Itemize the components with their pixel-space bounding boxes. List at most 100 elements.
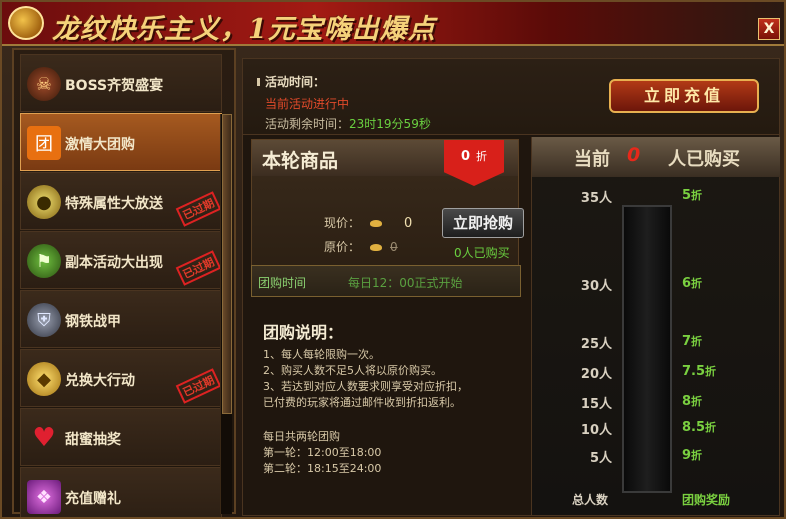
tier-discount-unit: 折 xyxy=(691,395,703,408)
tier-discount-value: 6 xyxy=(682,276,692,291)
banner-title: 龙纹快乐主义，1元宝嗨出爆点 xyxy=(52,14,436,45)
gift-box-icon: ❖ xyxy=(27,480,61,514)
tier-discount: 7.5折 xyxy=(682,363,716,379)
scrollbar-thumb[interactable] xyxy=(222,114,232,414)
sidebar-item-label: BOSS齐贺盛宴 xyxy=(65,78,164,94)
expired-stamp: 已过期 xyxy=(175,368,222,404)
progress-head-bought: 人已购买 xyxy=(668,149,740,170)
round-one-time: 第一轮：12:00至18:00 xyxy=(263,446,382,459)
description-line: 3、若达到对应人数要求则享受对应折扣， xyxy=(263,380,468,393)
activity-window: 龙纹快乐主义，1元宝嗨出爆点 X ☠ BOSS齐贺盛宴 团 激情大团购 ● 特殊… xyxy=(0,0,786,519)
bought-count: 0人已购买 xyxy=(454,246,510,260)
tier-row: 5人 9折 xyxy=(532,447,780,466)
tier-row: 25人 7折 xyxy=(532,333,780,352)
tier-people: 25人 xyxy=(580,337,612,352)
gold-ingot-icon: ◆ xyxy=(27,362,61,396)
recharge-now-button[interactable]: 立即充值 xyxy=(609,79,759,113)
tier-discount-unit: 折 xyxy=(691,335,703,348)
discount-unit: 折 xyxy=(476,150,488,163)
tier-row: 10人 8.5折 xyxy=(532,419,780,438)
banner-emblem-icon xyxy=(8,6,44,40)
sidebar-item-armor[interactable]: ⛨ 钢铁战甲 xyxy=(20,290,222,348)
current-price-label: 现价： xyxy=(324,216,361,230)
purchase-progress-panel: 当前 0 人已购买 35人 5折 30人 6折 25人 7折 20人 7.5折 xyxy=(531,137,780,515)
original-price-row: 原价： 0 xyxy=(324,238,398,255)
progress-header: 当前 0 人已购买 xyxy=(532,137,780,177)
total-people-label: 总人数 xyxy=(572,493,609,507)
sidebar-scrollbar[interactable] xyxy=(220,114,232,514)
goods-title: 本轮商品 xyxy=(262,150,339,172)
tier-discount: 8折 xyxy=(682,393,702,409)
sidebar-item-exchange[interactable]: ◆ 兑换大行动 已过期 xyxy=(20,349,222,407)
sidebar-item-recharge-gift[interactable]: ❖ 充值赠礼 xyxy=(20,467,222,517)
progress-head-current: 当前 xyxy=(574,149,610,170)
sidebar-item-boss[interactable]: ☠ BOSS齐贺盛宴 xyxy=(20,54,222,112)
tier-discount: 8.5折 xyxy=(682,419,716,435)
activity-status: 当前活动进行中 xyxy=(265,97,350,111)
expired-stamp: 已过期 xyxy=(175,191,222,227)
sidebar-item-label: 特殊属性大放送 xyxy=(65,196,163,212)
tier-discount-unit: 折 xyxy=(691,277,703,290)
activity-list: ☠ BOSS齐贺盛宴 团 激情大团购 ● 特殊属性大放送 已过期 ⚑ 副本活动大… xyxy=(20,54,222,517)
countdown-value: 23时19分59秒 xyxy=(349,117,431,131)
sidebar-item-label: 甜蜜抽奖 xyxy=(65,432,121,448)
remaining-time: 活动剩余时间：23时19分59秒 xyxy=(265,115,431,132)
armor-icon: ⛨ xyxy=(27,303,61,337)
sidebar-item-attribute[interactable]: ● 特殊属性大放送 已过期 xyxy=(20,172,222,230)
group-buy-reward-label: 团购奖励 xyxy=(682,493,731,507)
sidebar-item-label: 副本活动大出现 xyxy=(65,255,163,271)
tier-discount-value: 5 xyxy=(682,188,692,203)
description-title: 团购说明： xyxy=(263,323,344,342)
sidebar-item-label: 兑换大行动 xyxy=(65,373,135,389)
remaining-time-label: 活动剩余时间： xyxy=(265,117,350,131)
dungeon-icon: ⚑ xyxy=(27,244,61,278)
buy-now-button[interactable]: 立即抢购 xyxy=(442,208,524,238)
discount-value: 0 xyxy=(460,149,471,164)
tier-discount-value: 7.5 xyxy=(682,364,706,379)
tier-people: 30人 xyxy=(580,279,612,294)
tier-discount: 9折 xyxy=(682,447,702,463)
activity-info: 活动时间： 当前活动进行中 活动剩余时间：23时19分59秒 立即充值 xyxy=(243,59,779,135)
original-price-label: 原价： xyxy=(324,240,361,254)
boss-icon: ☠ xyxy=(27,67,61,101)
tier-row: 15人 8折 xyxy=(532,393,780,412)
activity-sidebar: ☠ BOSS齐贺盛宴 团 激情大团购 ● 特殊属性大放送 已过期 ⚑ 副本活动大… xyxy=(12,48,236,517)
sidebar-item-group-buy[interactable]: 团 激情大团购 xyxy=(20,113,222,171)
group-buy-description: 团购说明： 1、每人每轮限购一次。 2、购买人数不足5人将以原价购买。 3、若达… xyxy=(263,319,523,477)
tier-discount-value: 8 xyxy=(682,394,692,409)
tier-discount-unit: 折 xyxy=(705,421,717,434)
sidebar-item-label: 钢铁战甲 xyxy=(65,314,121,330)
tier-row: 30人 6折 xyxy=(532,275,780,294)
close-button[interactable]: X xyxy=(758,18,780,40)
tier-discount-unit: 折 xyxy=(691,449,703,462)
sidebar-item-label: 充值赠礼 xyxy=(65,491,121,507)
tier-people: 20人 xyxy=(580,367,612,382)
tier-discount-value: 8.5 xyxy=(682,420,706,435)
heart-icon: ♥ xyxy=(32,423,56,453)
description-line: 已付费的玩家将通过邮件收到折扣返利。 xyxy=(263,396,461,409)
attribute-orb-icon: ● xyxy=(27,185,61,219)
discount-tag: 0折 xyxy=(444,140,504,186)
sidebar-item-lottery[interactable]: ♥ 甜蜜抽奖 xyxy=(20,408,222,466)
tier-people: 15人 xyxy=(580,397,612,412)
group-buy-icon: 团 xyxy=(27,126,61,160)
tier-discount-unit: 折 xyxy=(705,365,717,378)
description-line: 1、每人每轮限购一次。 xyxy=(263,348,380,361)
tier-discount: 7折 xyxy=(682,333,702,349)
current-price-value: 0 xyxy=(404,216,413,231)
tier-discount-unit: 折 xyxy=(691,189,703,202)
tier-discount: 5折 xyxy=(682,187,702,203)
sidebar-item-dungeon[interactable]: ⚑ 副本活动大出现 已过期 xyxy=(20,231,222,289)
sidebar-item-label: 激情大团购 xyxy=(65,137,135,153)
tier-discount-value: 9 xyxy=(682,448,692,463)
purchase-count: 0 xyxy=(627,144,641,166)
current-price-row: 现价： 0 xyxy=(324,214,412,231)
tier-discount: 6折 xyxy=(682,275,702,291)
tier-discount-value: 7 xyxy=(682,334,692,349)
ingot-icon xyxy=(370,244,383,251)
schedule-title: 每日共两轮团购 xyxy=(263,430,340,443)
tier-people: 35人 xyxy=(580,191,612,206)
ingot-icon xyxy=(370,220,383,227)
tier-people: 10人 xyxy=(580,423,612,438)
tier-row: 20人 7.5折 xyxy=(532,363,780,382)
